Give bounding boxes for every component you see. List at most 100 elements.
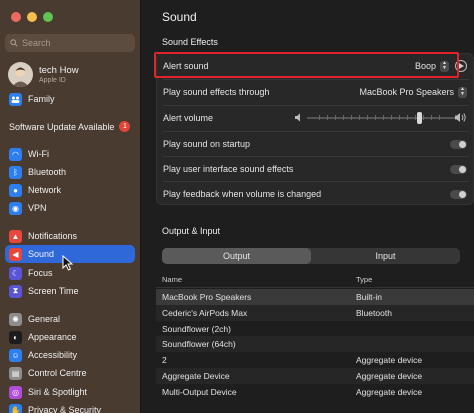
column-name[interactable]: Name (162, 275, 182, 284)
bluetooth-icon: ᛒ (9, 165, 22, 179)
mouse-cursor-icon (62, 254, 74, 273)
sidebar-item-label: Accessibility (28, 350, 78, 360)
system-settings-window: tech How Apple ID Family Software Update… (0, 0, 474, 413)
sidebar-item-label: VPN (28, 203, 47, 213)
table-row[interactable]: Soundflower (64ch) (156, 336, 474, 353)
alert-volume-slider-thumb[interactable] (417, 112, 422, 124)
window-controls (11, 12, 53, 22)
sound-effects-heading: Sound Effects (162, 37, 218, 47)
device-type: Built-in (356, 292, 382, 302)
output-input-tabs: Output Input (162, 248, 460, 264)
table-overflow-hint (156, 404, 474, 413)
play-through-row[interactable]: Play sound effects through MacBook Pro S… (157, 80, 474, 104)
device-type: Aggregate device (356, 355, 423, 366)
sidebar-item-screen-time[interactable]: ⧗ Screen Time (5, 282, 135, 300)
sidebar-item-accessibility[interactable]: ☺ Accessibility (5, 346, 135, 364)
device-type: Bluetooth (356, 307, 392, 318)
play-through-label: Play sound effects through (163, 87, 270, 97)
sidebar-item-wi-fi[interactable]: ◠ Wi-Fi (5, 145, 135, 163)
sidebar: tech How Apple ID Family Software Update… (0, 0, 141, 413)
bell-icon: ▲ (9, 229, 22, 243)
toggle-label: Play feedback when volume is changed (163, 189, 322, 199)
sidebar-item-privacy-security[interactable]: ✋ Privacy & Security (5, 401, 135, 413)
tab-input[interactable]: Input (311, 248, 460, 264)
devices-table-header: Name Type (156, 272, 474, 288)
profile-subtitle: Apple ID (39, 77, 66, 84)
chevron-up-down-icon[interactable]: ▲ ▼ (458, 86, 467, 98)
search-input[interactable] (22, 38, 122, 48)
volume-high-icon (455, 112, 467, 125)
sidebar-item-vpn[interactable]: ◉ VPN (5, 199, 135, 217)
toggle-row-ui-sounds: Play user interface sound effects (157, 157, 474, 181)
close-button[interactable] (11, 12, 21, 22)
sidebar-item-bluetooth[interactable]: ᛒ Bluetooth (5, 163, 135, 181)
column-type[interactable]: Type (356, 275, 372, 284)
device-name: Soundflower (2ch) (162, 323, 231, 334)
highlight-annotation (154, 52, 459, 78)
table-row[interactable]: Soundflower (2ch) (156, 321, 474, 337)
sidebar-item-label: Wi-Fi (28, 149, 49, 159)
play-through-value[interactable]: MacBook Pro Speakers (359, 87, 454, 97)
hourglass-icon: ⧗ (9, 284, 22, 298)
output-input-heading: Output & Input (162, 226, 221, 236)
search-icon (10, 39, 18, 47)
sidebar-item-label: Control Centre (28, 368, 87, 378)
sidebar-item-label: Sound (28, 249, 55, 259)
device-name: MacBook Pro Speakers (162, 292, 252, 302)
sidebar-item-general[interactable]: ✺ General (5, 310, 135, 328)
software-update-label: Software Update Available (9, 121, 115, 132)
globe-icon: ● (9, 183, 22, 197)
accessibility-icon: ☺ (9, 348, 22, 362)
sidebar-item-label: Family (28, 94, 55, 104)
minimize-button[interactable] (27, 12, 37, 22)
sidebar-item-network[interactable]: ● Network (5, 181, 135, 199)
vpn-icon: ◉ (9, 201, 22, 215)
sidebar-item-label: Screen Time (28, 286, 79, 296)
tab-output[interactable]: Output (162, 248, 311, 264)
sidebar-item-siri-spotlight[interactable]: ◎ Siri & Spotlight (5, 383, 135, 401)
table-row[interactable]: Aggregate Device Aggregate device (156, 368, 474, 384)
alert-volume-row: Alert volume (157, 106, 474, 130)
table-row[interactable]: 2 Aggregate device (156, 352, 474, 368)
toggle-row-startup: Play sound on startup (157, 132, 474, 156)
sidebar-item-label: Notifications (28, 231, 78, 241)
sidebar-item-label: Focus (28, 268, 53, 278)
toggle-row-feedback: Play feedback when volume is changed (157, 182, 474, 206)
device-name: Multi-Output Device (162, 386, 237, 397)
table-row[interactable]: MacBook Pro Speakers Built-in (156, 289, 474, 305)
volume-feedback-toggle[interactable] (450, 189, 467, 199)
avatar (8, 62, 33, 87)
sidebar-item-label: Network (28, 185, 62, 195)
table-row[interactable]: Cederic's AirPods Max Bluetooth (156, 304, 474, 321)
device-name: Aggregate Device (162, 371, 230, 381)
device-name: Cederic's AirPods Max (162, 307, 248, 318)
sidebar-item-notifications[interactable]: ▲ Notifications (5, 227, 135, 245)
ui-sound-effects-toggle[interactable] (450, 164, 467, 174)
sidebar-item-family[interactable]: Family (5, 90, 135, 108)
search-field[interactable] (5, 34, 135, 52)
update-count-badge: 1 (119, 121, 131, 132)
device-type: Aggregate device (356, 386, 423, 397)
page-title: Sound (162, 10, 197, 24)
sidebar-item-label: Siri & Spotlight (28, 387, 88, 397)
family-icon (9, 92, 22, 106)
zoom-button[interactable] (43, 12, 53, 22)
device-name: Soundflower (64ch) (162, 339, 236, 350)
startup-sound-toggle[interactable] (450, 139, 467, 149)
sidebar-item-label: Privacy & Security (28, 405, 102, 413)
device-type: Aggregate device (356, 371, 423, 381)
software-update-item[interactable]: Software Update Available 1 (9, 121, 131, 132)
apple-id-profile[interactable]: tech How Apple ID (8, 62, 79, 87)
profile-name: tech How (39, 65, 79, 76)
speaker-icon: ◀ (9, 247, 22, 261)
sidebar-item-control-centre[interactable]: ▤ Control Centre (5, 364, 135, 382)
wifi-icon: ◠ (9, 147, 22, 161)
moon-icon: ☾ (9, 266, 22, 280)
sidebar-item-appearance[interactable]: ◐ Appearance (5, 328, 135, 346)
gear-icon: ✺ (9, 312, 22, 326)
sidebar-item-label: Appearance (28, 332, 77, 342)
control-centre-icon: ▤ (9, 366, 22, 380)
hand-icon: ✋ (9, 403, 22, 413)
table-row[interactable]: Multi-Output Device Aggregate device (156, 384, 474, 400)
sidebar-item-label: General (28, 314, 61, 324)
